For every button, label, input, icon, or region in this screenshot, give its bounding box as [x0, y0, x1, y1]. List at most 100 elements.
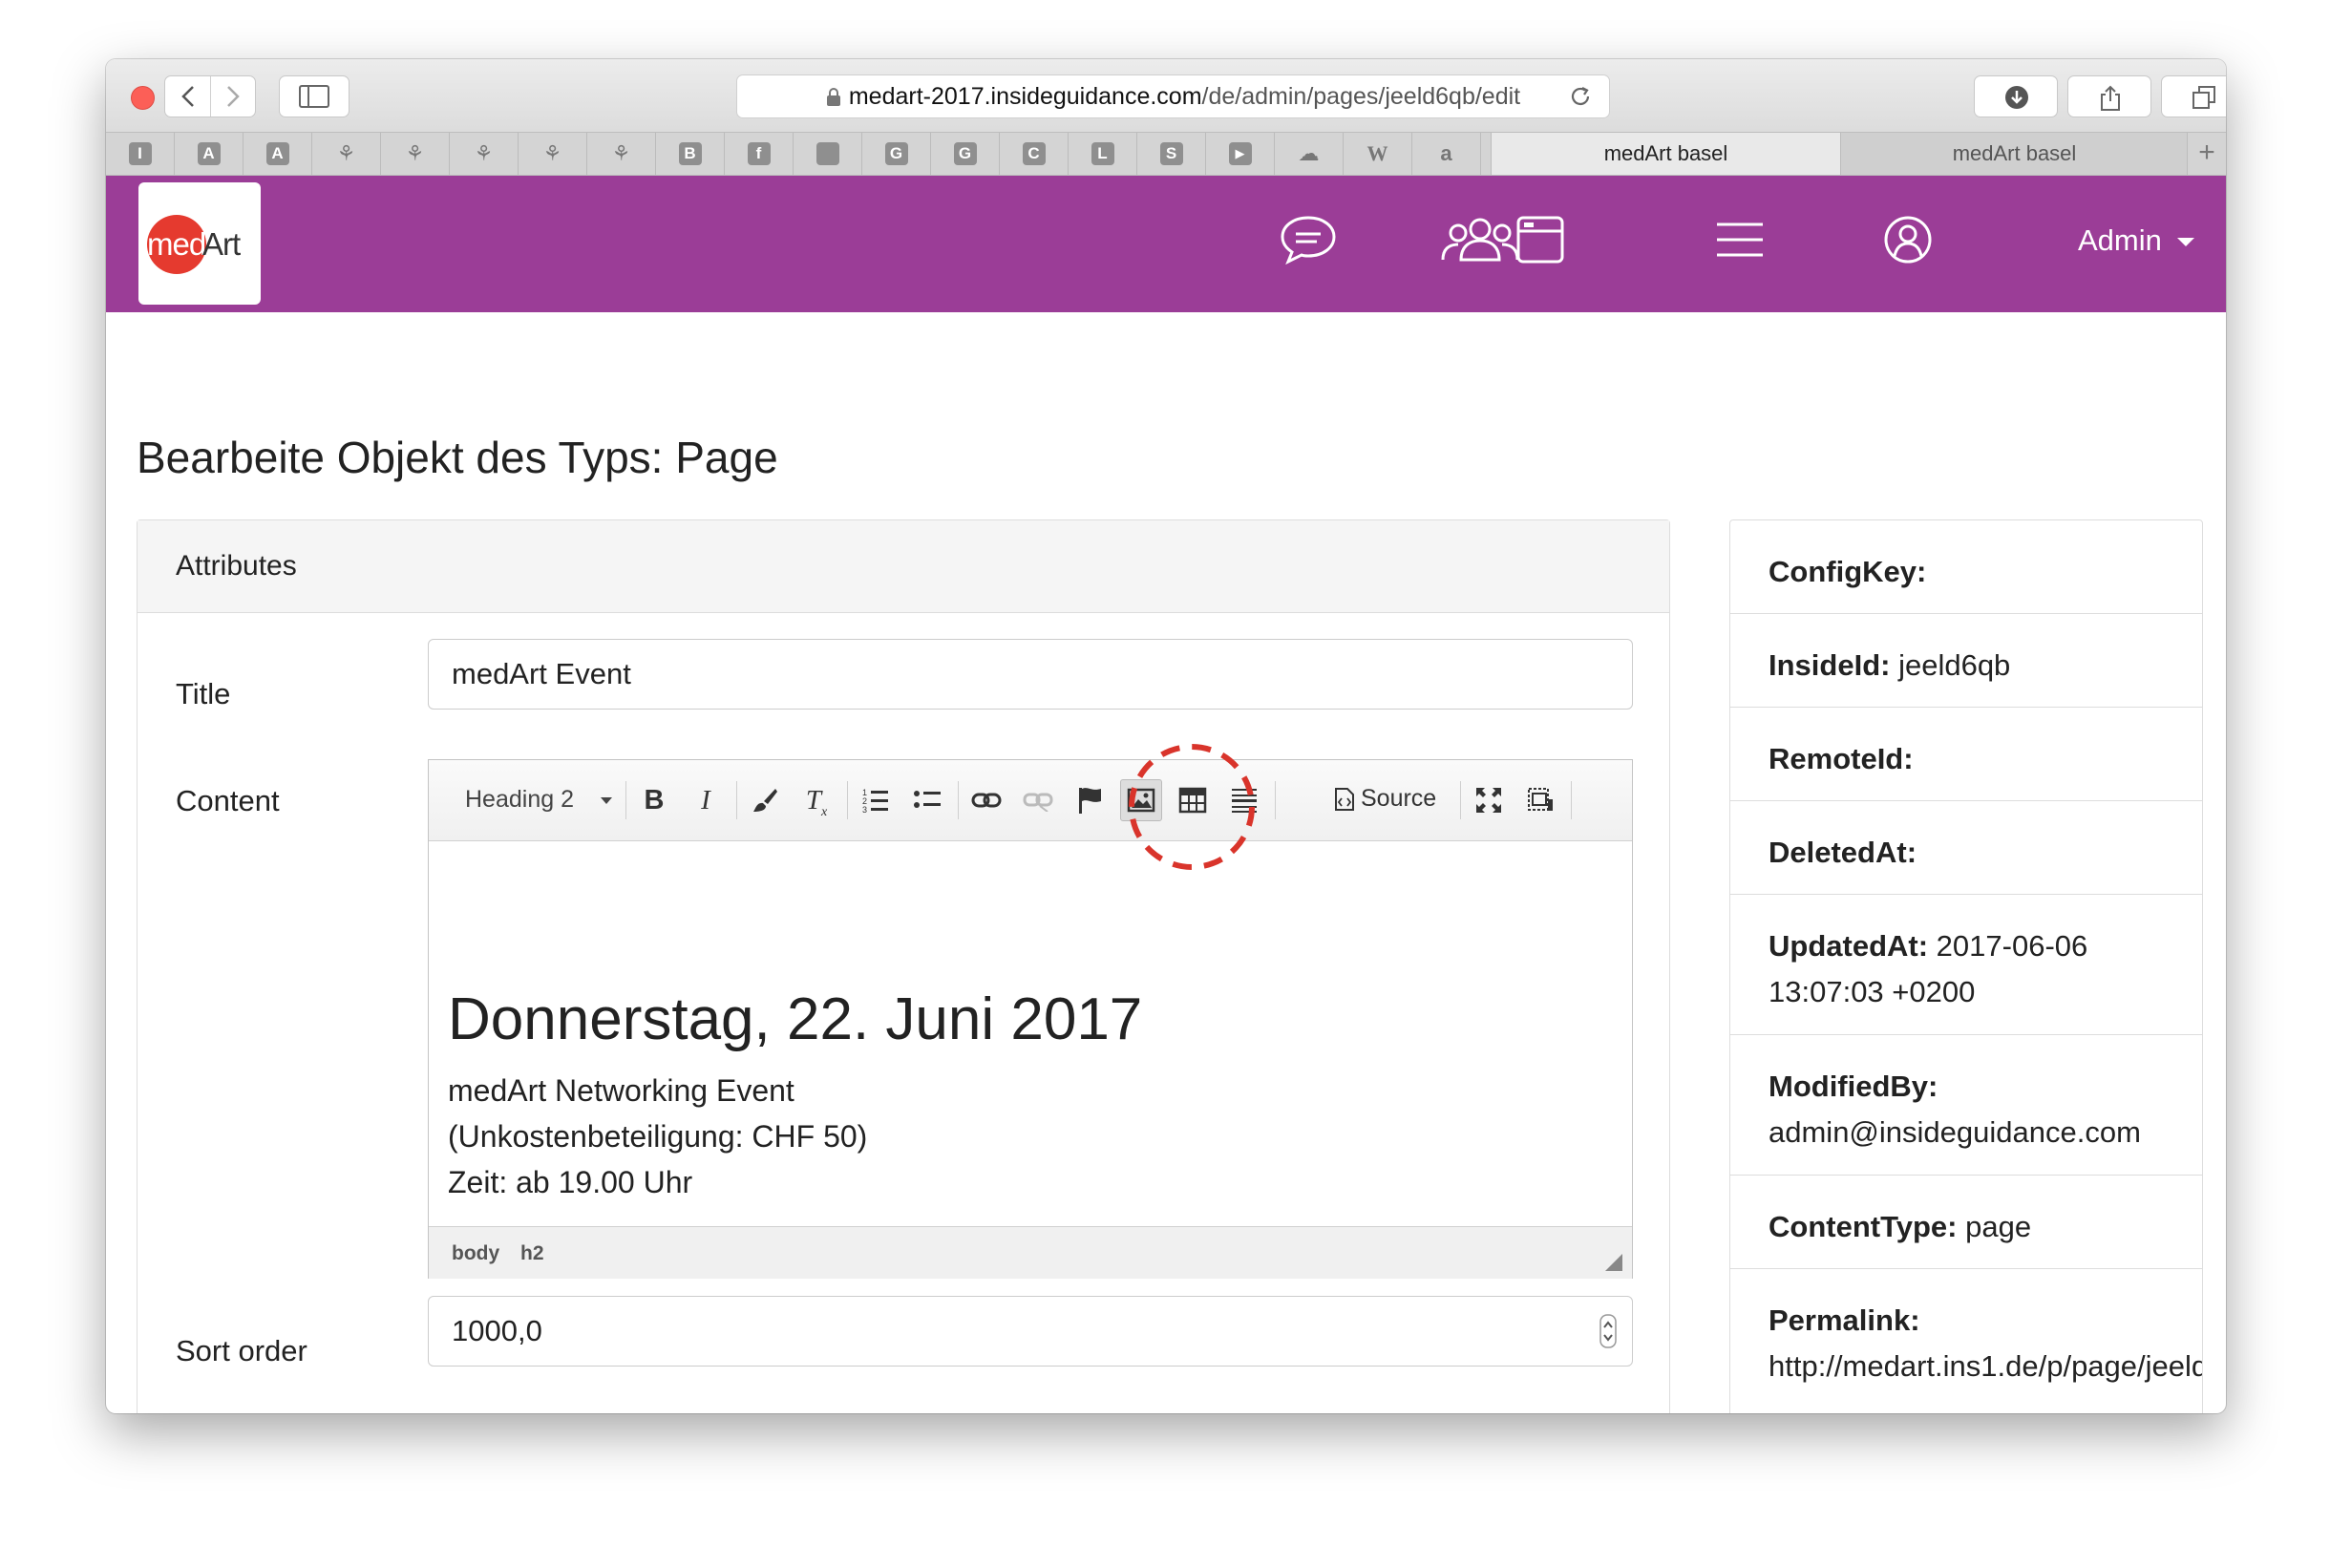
unlink-button[interactable]	[1017, 779, 1059, 821]
modified-by-label: ModifiedBy:	[1769, 1070, 1938, 1103]
favorite-7[interactable]: ⚘	[519, 133, 587, 175]
favorite-8[interactable]: ⚘	[587, 133, 656, 175]
inside-id-label: InsideId:	[1769, 648, 1891, 682]
editor-heading: Donnerstag, 22. Juni 2017	[448, 986, 1143, 1052]
source-label: Source	[1361, 785, 1437, 812]
metadata-panel: ConfigKey: InsideId: jeeld6qb RemoteId: …	[1729, 519, 2203, 1413]
sort-order-label: Sort order	[176, 1334, 307, 1367]
favorite-12[interactable]: G	[862, 133, 931, 175]
flag-icon	[1079, 788, 1101, 814]
admin-user-menu[interactable]: Admin	[2078, 223, 2194, 258]
show-blocks-button[interactable]	[1519, 779, 1561, 821]
deleted-at-label: DeletedAt:	[1769, 836, 1917, 869]
downloads-button[interactable]	[1974, 75, 2058, 117]
bold-button[interactable]: B	[633, 779, 675, 821]
favorite-3[interactable]: A	[244, 133, 312, 175]
numbered-list-button[interactable]: 123	[855, 779, 897, 821]
copy-format-button[interactable]	[744, 779, 786, 821]
format-select[interactable]: Heading 2	[465, 786, 612, 814]
favorite-18[interactable]: ☁	[1275, 133, 1344, 175]
permalink-value[interactable]: http://medart.ins1.de/p/page/jeeld6	[1769, 1349, 2202, 1383]
logo-text-med: med	[147, 226, 206, 262]
bulleted-list-button[interactable]	[906, 779, 948, 821]
medart-logo[interactable]: med Art	[138, 182, 261, 305]
chat-icon[interactable]	[1279, 214, 1338, 265]
favorite-6[interactable]: ⚘	[450, 133, 519, 175]
svg-text:3: 3	[862, 805, 867, 814]
element-path-body[interactable]: body	[452, 1242, 499, 1265]
remove-format-button[interactable]: Tx	[795, 779, 837, 821]
tab-medart-basel-active[interactable]: medArt basel	[1491, 133, 1840, 175]
modified-by-row: ModifiedBy: admin@insideguidance.com	[1730, 1035, 2202, 1176]
favorite-10[interactable]: f	[725, 133, 794, 175]
tab-overview-button[interactable]	[2161, 75, 2226, 117]
favorite-11[interactable]	[794, 133, 862, 175]
tabs-icon	[2192, 86, 2215, 109]
apple-icon	[816, 142, 839, 165]
cloud-icon: ☁	[1298, 141, 1320, 165]
title-input[interactable]: medArt Event	[428, 639, 1633, 710]
source-button[interactable]: Source	[1334, 785, 1436, 813]
back-button[interactable]	[165, 76, 211, 117]
favorite-14[interactable]: C	[1000, 133, 1069, 175]
stepper-icon[interactable]	[1599, 1314, 1617, 1348]
share-button[interactable]	[2067, 75, 2151, 117]
config-key-row: ConfigKey:	[1730, 520, 2202, 614]
updated-at-label: UpdatedAt:	[1769, 929, 1929, 963]
favorite-1[interactable]: I	[106, 133, 175, 175]
editor-content-area[interactable]: Donnerstag, 22. Juni 2017 medArt Network…	[429, 840, 1632, 1226]
resize-handle-icon[interactable]	[1605, 1254, 1622, 1271]
sort-order-input[interactable]: 1000,0	[428, 1296, 1633, 1367]
toolbar-separator	[847, 781, 848, 819]
inside-id-row: InsideId: jeeld6qb	[1730, 614, 2202, 708]
reload-icon[interactable]	[1569, 85, 1592, 108]
italic-button[interactable]: I	[685, 779, 727, 821]
toolbar-separator	[1275, 781, 1276, 819]
maximize-button[interactable]	[1468, 779, 1510, 821]
editor-line-3: Zeit: ab 19.00 Uhr	[448, 1165, 693, 1199]
favorites-and-tab-bar: I A A ⚘ ⚘ ⚘ ⚘ ⚘ B f G G C L S ▶ ☁ W a me…	[106, 132, 2226, 176]
favorite-5[interactable]: ⚘	[381, 133, 450, 175]
sprout-icon: ⚘	[405, 141, 425, 165]
admin-user-label: Admin	[2078, 223, 2162, 257]
rich-text-editor: Heading 2 B I Tx 123 Source Donnerstag, …	[428, 759, 1633, 1279]
favorite-20[interactable]: a	[1412, 133, 1481, 175]
remote-id-row: RemoteId:	[1730, 708, 2202, 801]
browser-window-icon[interactable]	[1514, 214, 1566, 265]
favorite-15[interactable]: L	[1069, 133, 1137, 175]
sprout-icon: ⚘	[542, 141, 562, 165]
favorite-13[interactable]: G	[931, 133, 1000, 175]
element-path-h2[interactable]: h2	[520, 1242, 544, 1265]
new-tab-button[interactable]: +	[2187, 133, 2226, 175]
remote-id-label: RemoteId:	[1769, 742, 1914, 775]
content-label: Content	[176, 784, 280, 817]
link-button[interactable]	[965, 779, 1007, 821]
browser-window: medart-2017.insideguidance.com/de/admin/…	[106, 59, 2226, 1413]
editor-toolbar: Heading 2 B I Tx 123 Source	[429, 760, 1632, 841]
anchor-button[interactable]	[1069, 779, 1111, 821]
sprout-icon: ⚘	[474, 141, 494, 165]
logo-text-art: Art	[202, 226, 241, 262]
toolbar-separator	[1460, 781, 1461, 819]
url-host: medart-2017.insideguidance.com	[848, 83, 1202, 110]
users-icon[interactable]	[1439, 214, 1521, 265]
close-window-button[interactable]	[131, 86, 155, 110]
menu-icon[interactable]	[1713, 214, 1767, 265]
favorite-4[interactable]: ⚘	[312, 133, 381, 175]
updated-at-row: UpdatedAt: 2017-06-06 13:07:03 +0200	[1730, 895, 2202, 1035]
user-circle-icon[interactable]	[1882, 214, 1934, 265]
address-bar[interactable]: medart-2017.insideguidance.com/de/admin/…	[736, 74, 1610, 118]
unlink-icon	[1023, 793, 1053, 813]
favorite-16[interactable]: S	[1137, 133, 1206, 175]
forward-button[interactable]	[211, 76, 255, 117]
sidebar-toggle-button[interactable]	[279, 75, 350, 117]
sprout-icon: ⚘	[611, 141, 631, 165]
tab-medart-basel[interactable]: medArt basel	[1840, 133, 2188, 175]
permalink-label: Permalink:	[1769, 1303, 1920, 1337]
favorite-17[interactable]: ▶	[1206, 133, 1275, 175]
favorite-2[interactable]: A	[175, 133, 244, 175]
download-icon	[2005, 86, 2028, 109]
favorite-9[interactable]: B	[656, 133, 725, 175]
favorite-19[interactable]: W	[1344, 133, 1412, 175]
updated-at-date: 2017-06-06	[1936, 929, 2088, 963]
